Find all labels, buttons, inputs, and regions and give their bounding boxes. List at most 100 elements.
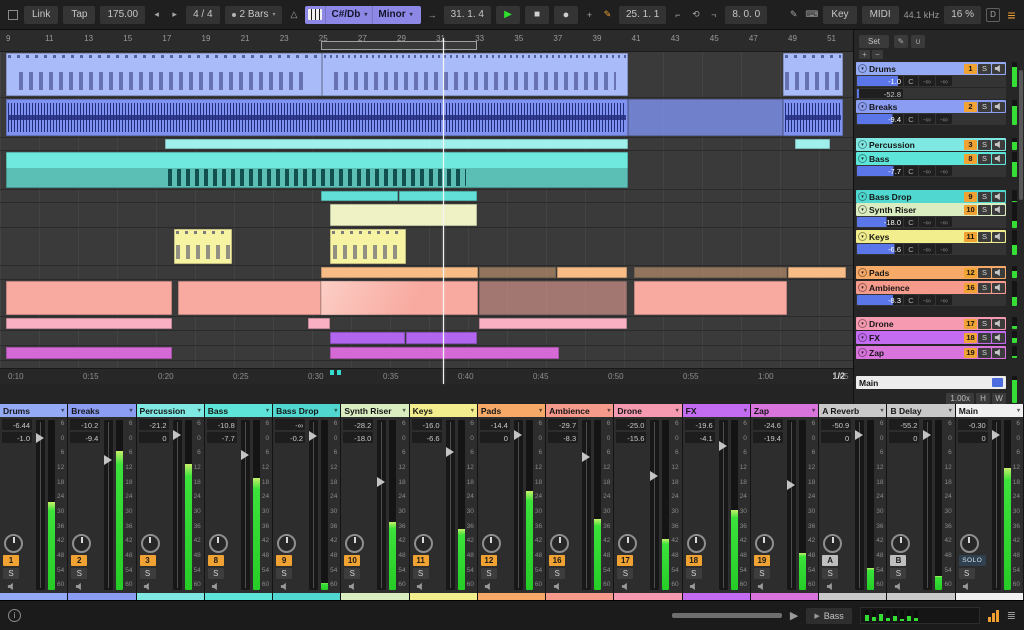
options-icon[interactable] (6, 7, 19, 23)
clip-breaks[interactable] (783, 99, 843, 136)
piano-icon[interactable] (308, 9, 323, 20)
solo-button[interactable]: S (139, 568, 156, 579)
monitor-icon[interactable] (992, 204, 1005, 215)
fader-value-display[interactable]: -1.0 (2, 432, 32, 443)
clip-pads[interactable] (479, 267, 556, 278)
monitor-icon[interactable] (992, 282, 1005, 293)
track-number[interactable]: 12 (964, 267, 977, 278)
follow-icon[interactable]: → (426, 7, 439, 23)
fader-handle[interactable] (855, 430, 864, 441)
send-knob[interactable]: -∞ (936, 244, 952, 254)
scale-root-menu[interactable]: C#/Db ▾ (325, 5, 372, 24)
solo-button[interactable]: S (978, 139, 991, 150)
solo-button[interactable]: S (978, 267, 991, 278)
clip-keys[interactable] (330, 229, 406, 264)
volume-fader[interactable] (172, 420, 182, 590)
loop-icon[interactable]: ⟲ (689, 7, 702, 23)
volume-fader[interactable] (718, 420, 728, 590)
quantize-menu[interactable]: 2 Bars ▾ (224, 5, 283, 24)
clip-drone[interactable] (479, 318, 627, 329)
pencil-icon[interactable]: ✎ (894, 35, 908, 48)
track-number[interactable]: 2 (964, 101, 977, 112)
horizontal-scrollbar[interactable] (671, 613, 782, 618)
collapse-arrow-icon[interactable]: ▾ (539, 407, 542, 414)
solo-button[interactable]: S (617, 568, 634, 579)
track-lane-breaks[interactable] (0, 98, 853, 138)
clip-ambience[interactable] (6, 281, 172, 315)
clip-ambience[interactable] (479, 281, 627, 315)
fader-handle[interactable] (445, 447, 454, 458)
monitor-icon[interactable] (754, 581, 770, 591)
peak-value-display[interactable]: -25.0 (616, 419, 647, 430)
track-number[interactable]: B (890, 555, 907, 566)
monitor-icon[interactable] (686, 581, 702, 591)
volume-slider[interactable]: -1.0 (857, 76, 903, 86)
solo-button[interactable]: S (890, 568, 907, 579)
solo-button[interactable]: S (71, 568, 88, 579)
collapse-arrow-icon[interactable]: ▾ (858, 154, 867, 163)
pencil-icon[interactable]: ✎ (787, 7, 800, 23)
track-number[interactable]: 2 (71, 555, 88, 566)
pan-knob[interactable] (345, 534, 365, 553)
pan-knob[interactable] (618, 534, 638, 553)
record-button[interactable]: ● (553, 5, 578, 24)
solo-button[interactable]: S (978, 318, 991, 329)
track-header-keys[interactable]: ▾ Keys 11 S (856, 230, 1006, 243)
peak-value-display[interactable]: -14.4 (479, 419, 510, 430)
volume-fader[interactable] (923, 420, 933, 590)
fader-handle[interactable] (582, 451, 591, 462)
solo-button[interactable]: S (978, 231, 991, 242)
fader-handle[interactable] (36, 433, 44, 444)
peak-value-display[interactable]: -16.0 (411, 419, 442, 430)
fader-handle[interactable] (923, 430, 932, 441)
menu-icon[interactable]: ≡ (1005, 7, 1018, 23)
clip-synthriser[interactable] (330, 204, 477, 226)
fader-value-display[interactable]: -9.4 (70, 432, 101, 443)
send-knob[interactable]: -∞ (936, 76, 952, 86)
pan-knob[interactable]: C (904, 295, 918, 305)
solo-button[interactable]: S (207, 568, 224, 579)
track-number[interactable]: 3 (139, 555, 156, 566)
strip-header[interactable]: Bass ▾ (204, 404, 273, 417)
monitor-icon[interactable] (992, 347, 1005, 358)
pan-knob[interactable] (140, 534, 160, 553)
cpu-meter[interactable]: 16 % (944, 5, 981, 24)
solo-button[interactable]: SOLO (958, 555, 986, 566)
monitor-icon[interactable] (276, 581, 292, 591)
solo-button[interactable]: S (549, 568, 566, 579)
send-knob[interactable]: -∞ (936, 217, 952, 227)
collapse-arrow-icon[interactable]: ▾ (607, 407, 610, 414)
collapse-arrow-icon[interactable]: ▾ (858, 64, 867, 73)
monitor-icon[interactable] (208, 581, 224, 591)
track-header-drums[interactable]: ▾ Drums 1 S (856, 62, 1006, 75)
clip-breaks[interactable] (628, 99, 783, 136)
pan-knob[interactable] (413, 534, 433, 553)
clip-keys[interactable] (174, 229, 232, 264)
pan-knob[interactable]: C (904, 76, 918, 86)
pan-knob[interactable] (959, 534, 979, 553)
pan-knob[interactable] (754, 534, 774, 553)
peak-value-display[interactable]: -10.2 (70, 419, 101, 430)
overdub-icon[interactable]: + (583, 7, 596, 23)
collapse-arrow-icon[interactable]: ▾ (858, 205, 867, 214)
magnet-icon[interactable]: ∪ (911, 35, 925, 48)
solo-button[interactable]: S (978, 153, 991, 164)
pan-knob[interactable]: C (904, 114, 918, 124)
stop-button[interactable]: ■ (524, 5, 549, 24)
track-header-zap[interactable]: ▾ Zap 19 S (856, 346, 1006, 359)
nudge-down-icon[interactable]: ◂ (150, 7, 163, 23)
strip-header[interactable]: Zap ▾ (750, 404, 819, 417)
peak-value-display[interactable]: -55.2 (889, 419, 920, 430)
strip-header[interactable]: Percussion ▾ (136, 404, 204, 417)
fader-value-display[interactable]: 0 (138, 432, 169, 443)
solo-button[interactable]: S (978, 63, 991, 74)
monitor-icon[interactable] (481, 581, 497, 591)
fader-value-display[interactable]: 0 (889, 432, 920, 443)
solo-button[interactable]: S (412, 568, 429, 579)
monitor-icon[interactable] (992, 139, 1005, 150)
fader-value-display[interactable]: -19.4 (752, 432, 783, 443)
vertical-scrollbar[interactable] (1019, 70, 1023, 200)
main-track-header[interactable]: Main (856, 376, 1006, 389)
clip-zap[interactable] (330, 347, 559, 359)
strip-header[interactable]: A Reverb ▾ (819, 404, 887, 417)
